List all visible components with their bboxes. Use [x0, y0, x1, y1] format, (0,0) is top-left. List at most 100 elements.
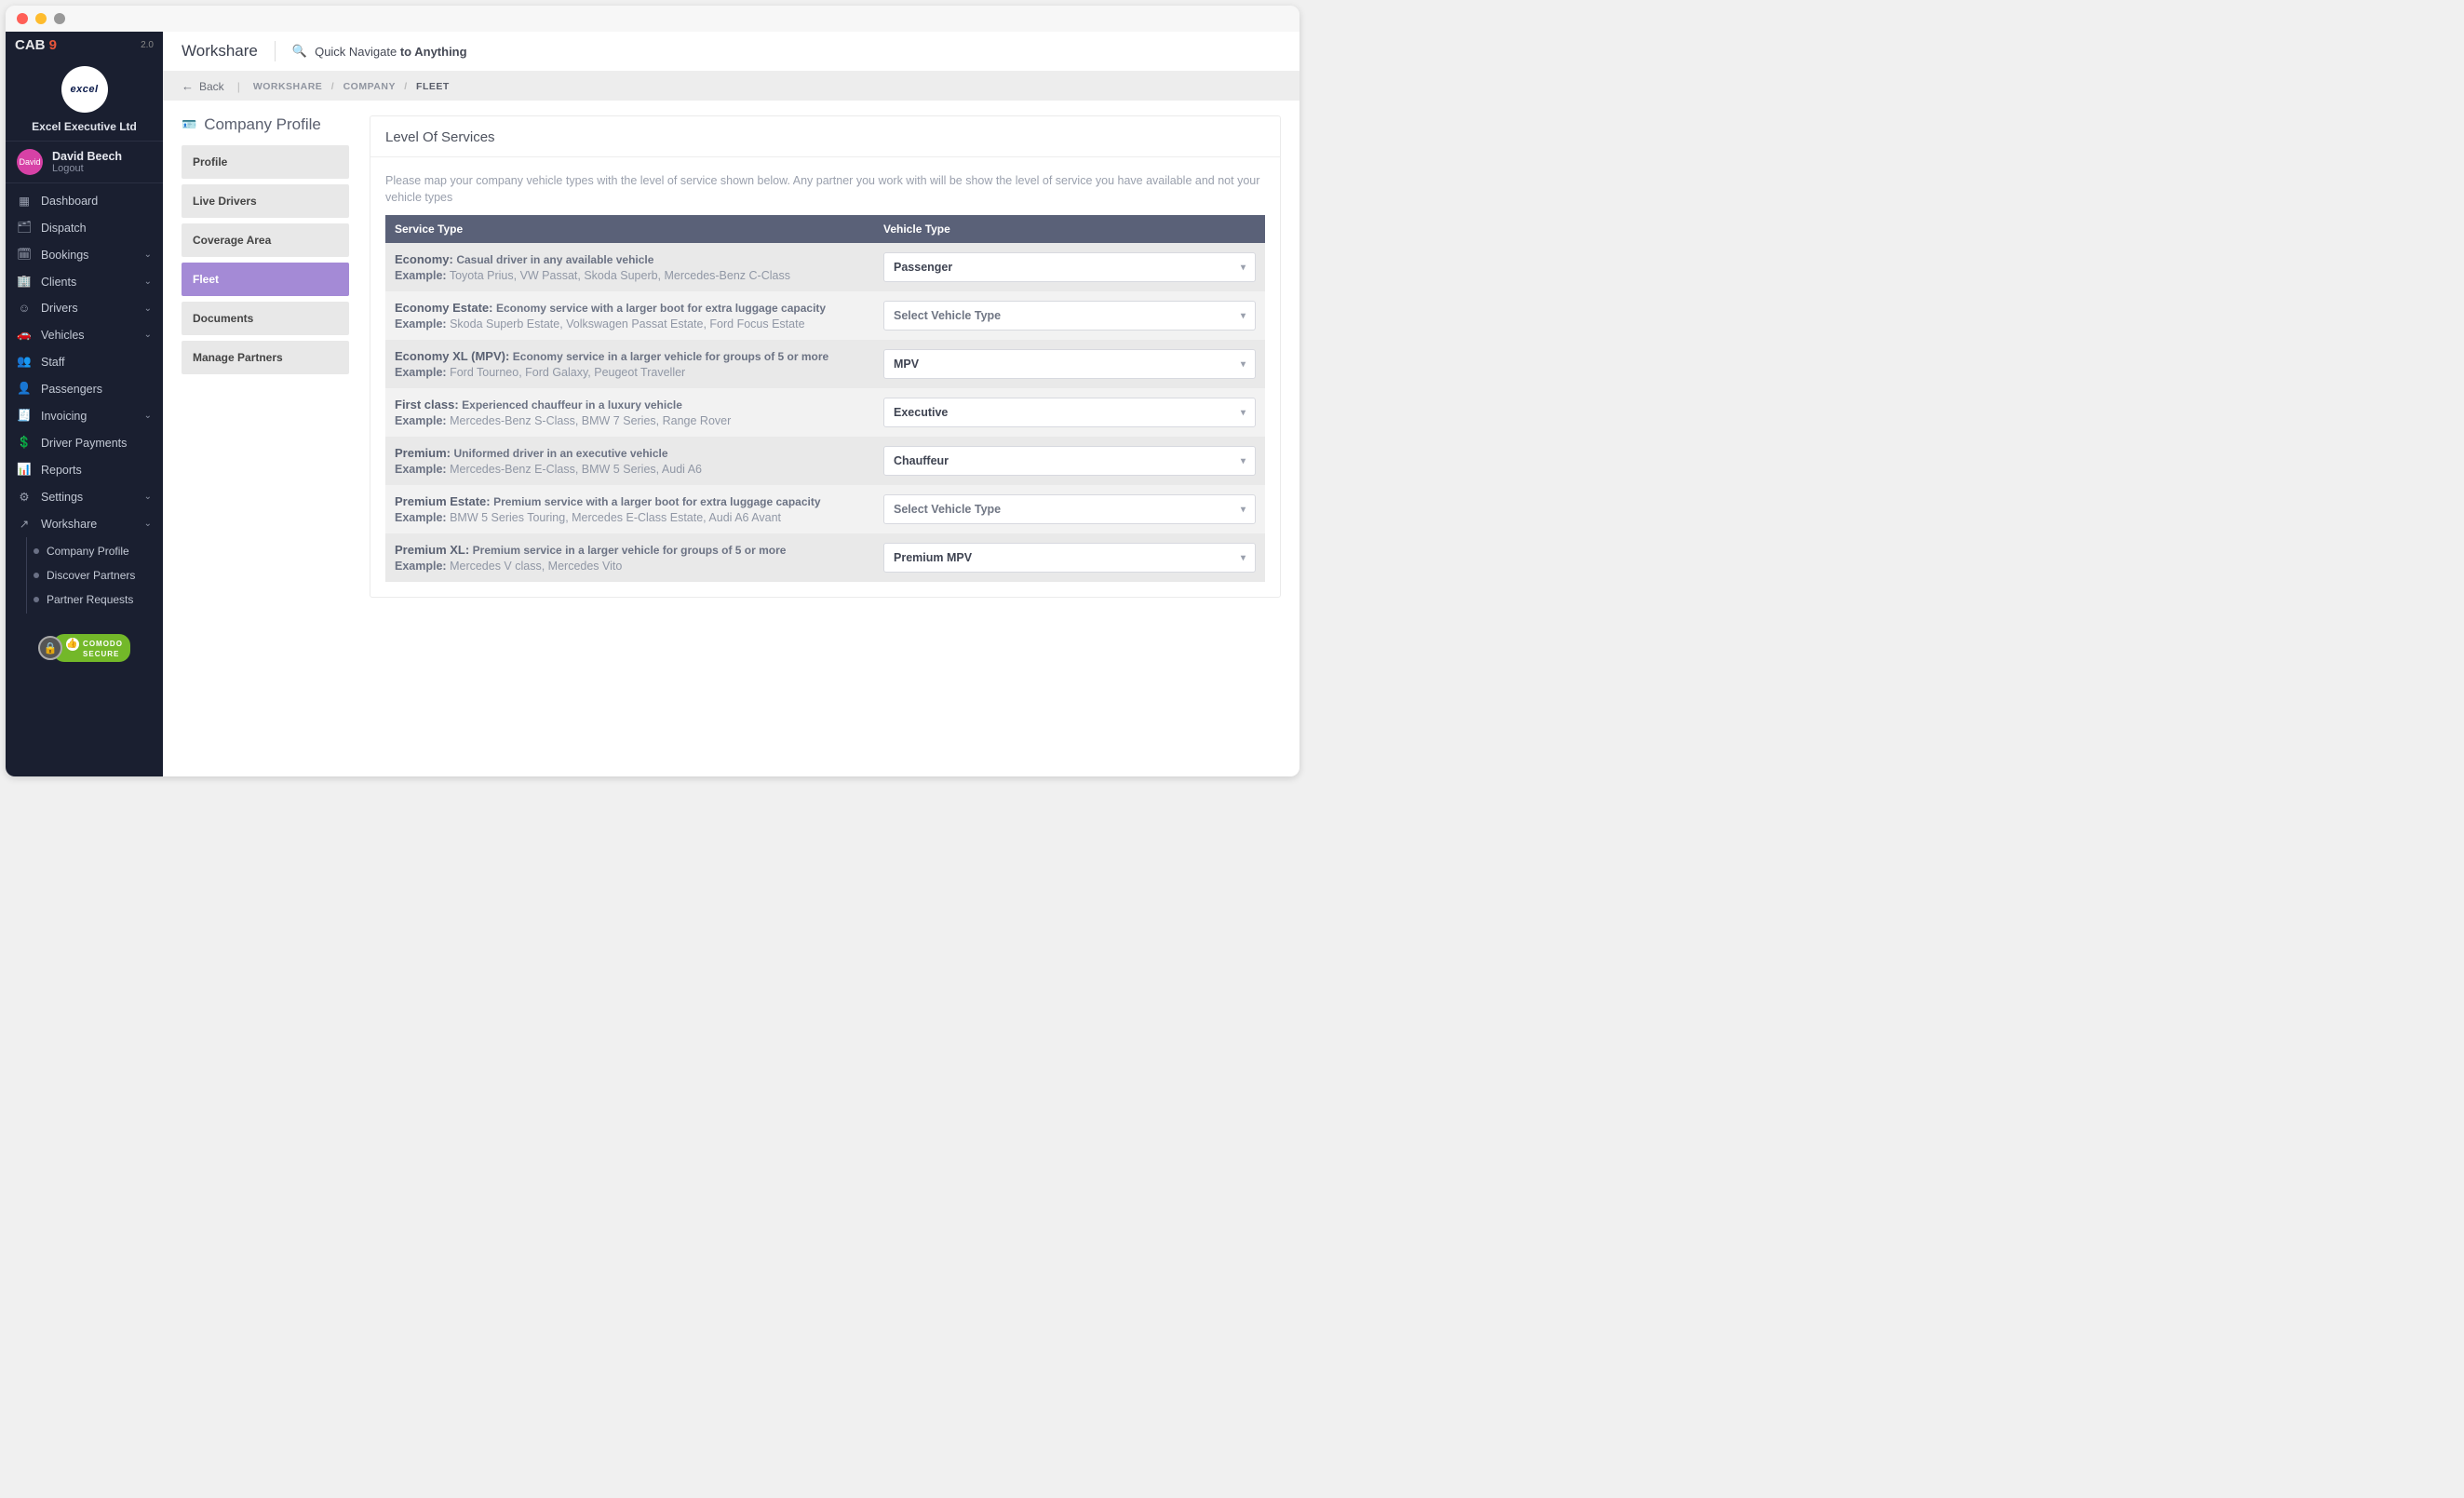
user-block: David David Beech Logout: [6, 141, 163, 183]
chevron-down-icon: ▾: [1241, 505, 1245, 515]
nav-label: Dispatch: [41, 222, 87, 235]
chevron-down-icon: ▾: [1241, 359, 1245, 370]
nav-item-bookings[interactable]: 🗓Bookings⌄: [6, 241, 163, 268]
zoom-window-button[interactable]: [54, 13, 65, 24]
nav-item-passengers[interactable]: 👤 Passengers: [6, 375, 163, 402]
nav-item-vehicles[interactable]: 🚗Vehicles⌄: [6, 321, 163, 348]
nav-item-driver-payments[interactable]: 💲Driver Payments: [6, 429, 163, 456]
menu-item-documents[interactable]: Documents: [182, 302, 349, 335]
crumb-fleet: FLEET: [416, 81, 450, 92]
secure-badge: 👍COMODOSECURE: [38, 634, 130, 662]
menu-item-live-drivers[interactable]: Live Drivers: [182, 184, 349, 218]
chevron-down-icon: ▾: [1241, 456, 1245, 466]
crumb-workshare[interactable]: WORKSHARE: [253, 81, 323, 92]
vehicle-type-select[interactable]: Chauffeur▾: [883, 446, 1256, 476]
avatar[interactable]: David: [17, 149, 43, 175]
nav-item-settings[interactable]: ⚙Settings⌄: [6, 483, 163, 510]
bookings-icon: 🗓: [17, 248, 32, 262]
page-header-title: Workshare: [182, 42, 258, 61]
id-card-icon: 🪪: [182, 117, 196, 132]
chevron-down-icon: ⌄: [144, 411, 152, 421]
minimize-window-button[interactable]: [35, 13, 47, 24]
nav-item-dispatch[interactable]: 🗂 Dispatch: [6, 214, 163, 241]
subnav-item-company-profile[interactable]: Company Profile: [27, 539, 163, 563]
subnav-item-discover-partners[interactable]: Discover Partners: [27, 563, 163, 587]
passengers-icon: 👤: [17, 382, 32, 396]
vehicle-type-select[interactable]: Executive▾: [883, 398, 1256, 427]
table-row: Economy XL (MPV): Economy service in a l…: [385, 340, 1265, 388]
back-button[interactable]: ← Back: [182, 79, 224, 93]
table-row: Premium: Uniformed driver in an executiv…: [385, 437, 1265, 485]
search-icon: 🔍: [292, 44, 307, 59]
nav-label: Invoicing: [41, 410, 87, 423]
page-title: 🪪 Company Profile: [182, 115, 349, 134]
col-vehicle-type: Vehicle Type: [874, 215, 1265, 243]
table-row: Premium Estate: Premium service with a l…: [385, 485, 1265, 533]
nav-item-workshare[interactable]: ↗Workshare⌄: [6, 510, 163, 537]
chevron-down-icon: ⌄: [144, 277, 152, 287]
vehicle-type-select[interactable]: Premium MPV▾: [883, 543, 1256, 573]
os-window: CAB 9 2.0 excel Excel Executive Ltd Davi…: [6, 6, 1299, 776]
breadcrumb: WORKSHARE / COMPANY / FLEET: [253, 81, 450, 92]
vehicle-type-select[interactable]: Select Vehicle Type▾: [883, 494, 1256, 524]
titlebar: [6, 6, 1299, 32]
dashboard-icon: ▦: [17, 194, 32, 208]
app-root: CAB 9 2.0 excel Excel Executive Ltd Davi…: [6, 32, 1299, 776]
logout-link[interactable]: Logout: [52, 163, 122, 174]
nav-label: Staff: [41, 356, 64, 369]
nav-item-reports[interactable]: 📊 Reports: [6, 456, 163, 483]
separator: [275, 41, 276, 61]
nav-label: Drivers: [41, 302, 78, 315]
user-meta: David Beech Logout: [52, 150, 122, 174]
vehicle-cell: MPV▾: [874, 340, 1265, 388]
sidebar: CAB 9 2.0 excel Excel Executive Ltd Davi…: [6, 32, 163, 776]
invoicing-icon: 🧾: [17, 409, 32, 423]
reports-icon: 📊: [17, 463, 32, 477]
menu-item-coverage-area[interactable]: Coverage Area: [182, 223, 349, 257]
services-table: Service Type Vehicle Type Economy: Casua…: [385, 215, 1265, 582]
menu-item-profile[interactable]: Profile: [182, 145, 349, 179]
vehicle-type-select[interactable]: Passenger▾: [883, 252, 1256, 282]
nav-item-staff[interactable]: 👥Staff: [6, 348, 163, 375]
vehicle-type-select[interactable]: MPV▾: [883, 349, 1256, 379]
menu-item-manage-partners[interactable]: Manage Partners: [182, 341, 349, 374]
table-row: Economy Estate: Economy service with a l…: [385, 291, 1265, 340]
nav-label: Passengers: [41, 383, 102, 396]
close-window-button[interactable]: [17, 13, 28, 24]
nav-item-invoicing[interactable]: 🧾 Invoicing ⌄: [6, 402, 163, 429]
settings-icon: ⚙: [17, 490, 32, 504]
content: 🪪 Company Profile Profile Live Drivers Cov…: [163, 101, 1299, 613]
separator: |: [237, 80, 240, 93]
crumb-company[interactable]: COMPANY: [343, 81, 396, 92]
vehicle-cell: Executive▾: [874, 388, 1265, 437]
nav-item-drivers[interactable]: ☺Drivers⌄: [6, 295, 163, 321]
dispatch-icon: 🗂: [17, 221, 32, 235]
vehicle-type-select[interactable]: Select Vehicle Type▾: [883, 301, 1256, 331]
nav-label: Reports: [41, 464, 82, 477]
panel-body: Please map your company vehicle types wi…: [370, 157, 1280, 597]
quick-navigate-text: Quick Navigate to Anything: [315, 45, 467, 59]
chevron-down-icon: ▾: [1241, 408, 1245, 418]
nav-item-clients[interactable]: 🏢Clients⌄: [6, 268, 163, 295]
nav-label: Settings: [41, 491, 83, 504]
quick-navigate[interactable]: 🔍 Quick Navigate to Anything: [292, 44, 467, 59]
lock-icon: [38, 636, 62, 660]
arrow-left-icon: ←: [182, 79, 194, 93]
company-name: Excel Executive Ltd: [32, 120, 137, 133]
nav-item-dashboard[interactable]: ▦Dashboard: [6, 187, 163, 214]
vehicle-cell: Select Vehicle Type▾: [874, 485, 1265, 533]
table-row: First class: Experienced chauffeur in a …: [385, 388, 1265, 437]
brand-part2: 9: [46, 37, 58, 53]
service-cell: Economy Estate: Economy service with a l…: [385, 291, 874, 340]
vehicles-icon: 🚗: [17, 328, 32, 342]
subnav-item-partner-requests[interactable]: Partner Requests: [27, 587, 163, 612]
service-cell: Economy: Casual driver in any available …: [385, 243, 874, 291]
user-name: David Beech: [52, 150, 122, 163]
menu-item-fleet[interactable]: Fleet: [182, 263, 349, 296]
vehicle-cell: Select Vehicle Type▾: [874, 291, 1265, 340]
vehicle-cell: Premium MPV▾: [874, 533, 1265, 582]
company-block: excel Excel Executive Ltd: [6, 57, 163, 141]
brand-part1: CAB: [15, 37, 46, 53]
select-value: Passenger: [894, 261, 952, 274]
secure-pill: 👍COMODOSECURE: [53, 634, 130, 662]
